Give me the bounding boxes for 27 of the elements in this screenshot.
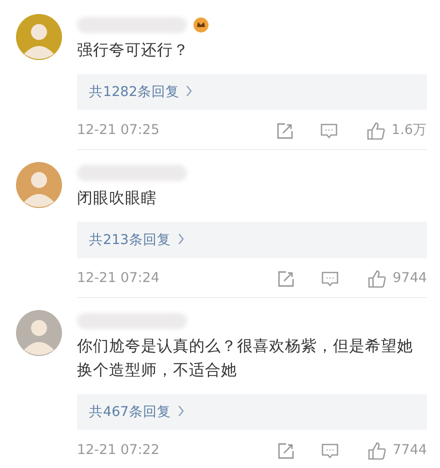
chevron-icon	[176, 233, 185, 245]
comment-text: 闭眼吹眼瞎	[77, 188, 158, 209]
like-count: 7744	[392, 441, 427, 460]
avatar-icon[interactable]	[16, 162, 62, 208]
comment-time: 12-21 07:24	[77, 269, 160, 288]
comment-text: 强行夸可还行？	[77, 40, 190, 61]
thumbs-up-icon[interactable]	[366, 440, 387, 460]
comment-icon[interactable]	[320, 442, 339, 460]
share-icon[interactable]	[276, 442, 295, 460]
chevron-icon	[176, 405, 185, 417]
comment-icon[interactable]	[320, 122, 338, 140]
like-count: 1.6万	[392, 121, 427, 140]
comment-icon[interactable]	[320, 270, 339, 288]
chevron-icon	[185, 85, 194, 97]
replies-link[interactable]: 共1282条回复	[77, 74, 427, 110]
thumbs-up-icon[interactable]	[366, 268, 387, 288]
comment-text: 你们尬夸是认真的么？很喜欢杨紫，但是希望她换个造型师，不适合她	[77, 336, 414, 381]
replies-link[interactable]: 共467条回复	[77, 394, 427, 430]
like-count: 9744	[392, 269, 427, 288]
thumbs-up-icon[interactable]	[366, 120, 386, 140]
share-icon[interactable]	[276, 122, 294, 140]
share-icon[interactable]	[276, 270, 295, 288]
avatar-icon[interactable]	[16, 310, 62, 356]
avatar-icon[interactable]	[16, 14, 62, 60]
comment-time: 12-21 07:22	[77, 441, 160, 460]
comment-time: 12-21 07:25	[77, 121, 160, 140]
replies-link[interactable]: 共213条回复	[77, 222, 427, 258]
